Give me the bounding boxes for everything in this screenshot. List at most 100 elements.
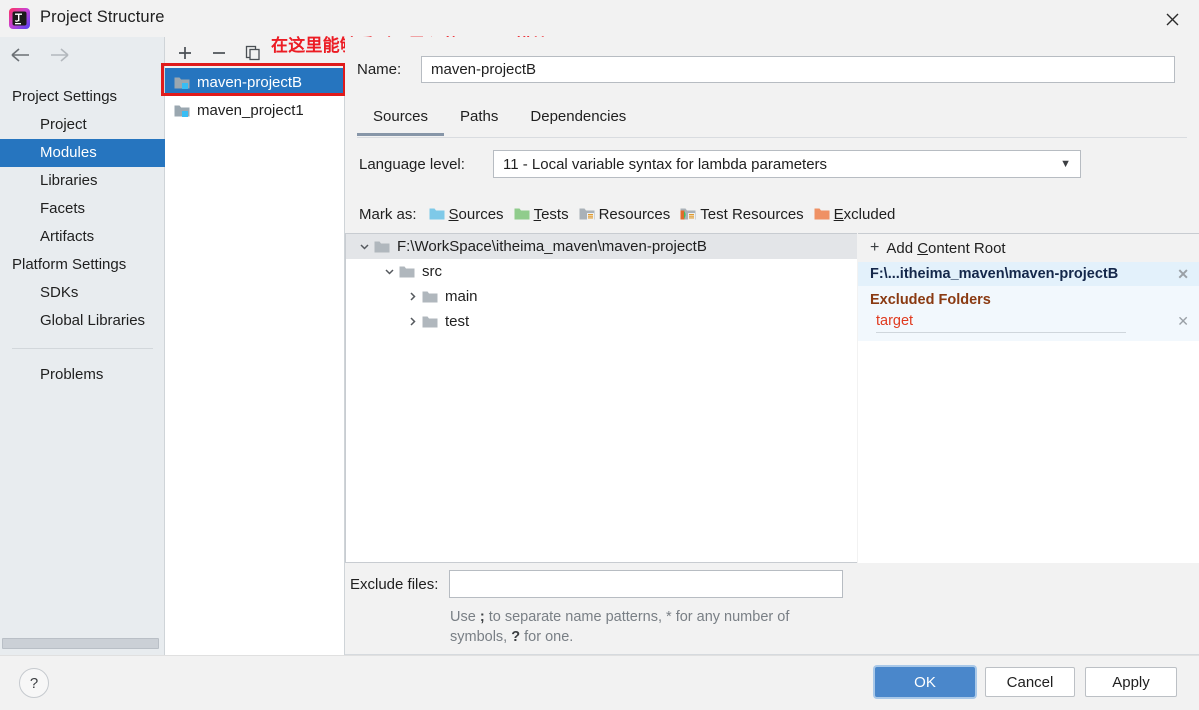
language-level-row: Language level: 11 - Local variable synt… — [345, 149, 1199, 179]
mark-as-sources-button[interactable]: Sources — [429, 206, 504, 223]
tree-row[interactable]: src — [346, 259, 857, 284]
modules-list: maven-projectB maven_project1 — [165, 68, 344, 124]
folder-resources-icon — [579, 207, 595, 221]
chevron-right-icon[interactable] — [402, 316, 422, 327]
tabs-underline — [357, 137, 1187, 138]
copy-icon[interactable] — [245, 45, 261, 61]
excluded-folder-item[interactable]: target ✕ — [858, 311, 1199, 333]
folder-sources-icon — [429, 207, 445, 221]
close-icon[interactable] — [1159, 7, 1185, 31]
sidebar-horizontal-scrollbar[interactable] — [2, 638, 159, 649]
arrow-right-icon[interactable] — [49, 47, 70, 63]
apply-button[interactable]: Apply — [1085, 667, 1177, 697]
folder-icon — [422, 315, 438, 329]
exclude-files-row: Exclude files: — [345, 569, 857, 599]
name-row: Name: maven-projectB — [345, 54, 1199, 84]
dialog-footer: ? OK Cancel Apply gangeit — [0, 655, 1199, 710]
module-editor-content: Name: maven-projectB Sources Paths Depen… — [345, 37, 1199, 655]
chevron-right-icon[interactable] — [402, 291, 422, 302]
content-roots-pane: + Add Content Root F:\...itheima_maven\m… — [858, 233, 1199, 563]
mark-as-option-label: Sources — [448, 205, 504, 223]
chevron-down-icon[interactable] — [379, 266, 399, 277]
cancel-button[interactable]: Cancel — [985, 667, 1075, 697]
tree-row-label: test — [445, 313, 470, 330]
chevron-down-icon[interactable] — [354, 241, 374, 252]
module-item-maven_project1[interactable]: maven_project1 — [165, 96, 344, 124]
tree-row[interactable]: main — [346, 284, 857, 309]
module-tabs: Sources Paths Dependencies — [357, 104, 642, 136]
add-content-root-label: Add Content Root — [886, 239, 1006, 257]
minus-icon[interactable] — [211, 45, 227, 61]
exclude-files-input[interactable] — [449, 570, 843, 598]
module-item-label: maven_project1 — [197, 101, 304, 119]
chevron-down-icon: ▼ — [1060, 157, 1071, 170]
sidebar-group-project-settings: Project Settings — [12, 88, 118, 105]
window-title: Project Structure — [40, 8, 165, 26]
plus-icon: + — [870, 239, 880, 256]
intellij-idea-logo — [9, 8, 30, 29]
mark-as-excluded-button[interactable]: Excluded — [814, 205, 896, 223]
name-input[interactable]: maven-projectB — [421, 55, 1175, 83]
tree-row-label: src — [422, 263, 442, 280]
language-level-select[interactable]: 11 - Local variable syntax for lambda pa… — [493, 150, 1081, 178]
title-bar: Project Structure — [0, 0, 1199, 38]
module-item-label: maven-projectB — [197, 73, 303, 91]
tree-row-label: main — [445, 288, 478, 305]
close-icon[interactable]: ✕ — [1177, 267, 1189, 281]
folder-icon — [374, 240, 390, 254]
ok-button[interactable]: OK — [875, 667, 975, 697]
name-label: Name: — [357, 60, 402, 78]
divider — [876, 332, 1126, 333]
modules-panel: maven-projectB maven_project1 — [165, 37, 356, 655]
tree-row[interactable]: test — [346, 309, 857, 334]
sidebar-item-project[interactable]: Project — [0, 111, 165, 139]
folder-icon — [422, 290, 438, 304]
mark-as-row: Mark as: Sources Tests Resources Test Re… — [345, 203, 1199, 225]
mark-as-option-label: Test Resources — [700, 205, 804, 223]
sidebar-nav-list: Project Settings Project Modules Librari… — [0, 83, 165, 389]
excluded-folders-block: Excluded Folders target ✕ — [858, 286, 1199, 341]
sidebar-item-global-libraries[interactable]: Global Libraries — [0, 307, 165, 335]
mark-as-tests-button[interactable]: Tests — [514, 206, 569, 223]
mark-as-test-resources-button[interactable]: Test Resources — [680, 205, 804, 223]
tab-dependencies[interactable]: Dependencies — [514, 104, 642, 136]
mark-as-option-label: Resources — [598, 205, 671, 223]
language-level-label: Language level: — [359, 155, 465, 173]
navigation-arrows — [10, 47, 70, 63]
tree-row-label: F:\WorkSpace\itheima_maven\maven-project… — [397, 238, 707, 255]
mark-as-option-label: Excluded — [833, 205, 896, 223]
excluded-folder-label: target — [876, 313, 1126, 333]
tab-paths[interactable]: Paths — [444, 104, 514, 136]
module-folder-icon — [174, 103, 190, 118]
sidebar-item-problems[interactable]: Problems — [0, 361, 165, 389]
help-button[interactable]: ? — [19, 668, 49, 698]
close-icon[interactable]: ✕ — [1177, 314, 1189, 328]
folder-tests-icon — [514, 207, 530, 221]
sidebar-item-libraries[interactable]: Libraries — [0, 167, 165, 195]
exclude-files-label: Exclude files: — [350, 575, 439, 593]
tree-row[interactable]: F:\WorkSpace\itheima_maven\maven-project… — [346, 234, 857, 259]
folder-icon — [399, 265, 415, 279]
mark-as-option-label: Tests — [533, 205, 569, 223]
module-item-maven-projectB[interactable]: maven-projectB — [165, 68, 344, 96]
exclude-files-hint: Use ; to separate name patterns, * for a… — [450, 609, 790, 645]
module-folder-icon — [174, 75, 190, 90]
sidebar-divider — [12, 348, 153, 349]
sidebar-item-modules[interactable]: Modules — [0, 139, 165, 167]
language-level-value: 11 - Local variable syntax for lambda pa… — [503, 155, 828, 173]
excluded-folders-title: Excluded Folders — [870, 292, 991, 308]
project-structure-dialog: Project Structure Project Settings Proje… — [0, 0, 1199, 710]
content-root-row[interactable]: F:\...itheima_maven\maven-projectB ✕ — [858, 262, 1199, 286]
sidebar-item-facets[interactable]: Facets — [0, 195, 165, 223]
folder-excluded-icon — [814, 207, 830, 221]
sidebar-group-platform-settings: Platform Settings — [12, 256, 127, 273]
content-root-path: F:\...itheima_maven\maven-projectB — [870, 266, 1119, 282]
plus-icon[interactable] — [177, 45, 193, 61]
mark-as-resources-button[interactable]: Resources — [579, 205, 671, 223]
add-content-root-button[interactable]: + Add Content Root — [858, 234, 1199, 262]
arrow-left-icon[interactable] — [10, 47, 31, 63]
tab-sources[interactable]: Sources — [357, 104, 445, 136]
sidebar-item-sdks[interactable]: SDKs — [0, 279, 165, 307]
sidebar-item-artifacts[interactable]: Artifacts — [0, 223, 165, 251]
content-root-tree: F:\WorkSpace\itheima_maven\maven-project… — [345, 233, 857, 563]
